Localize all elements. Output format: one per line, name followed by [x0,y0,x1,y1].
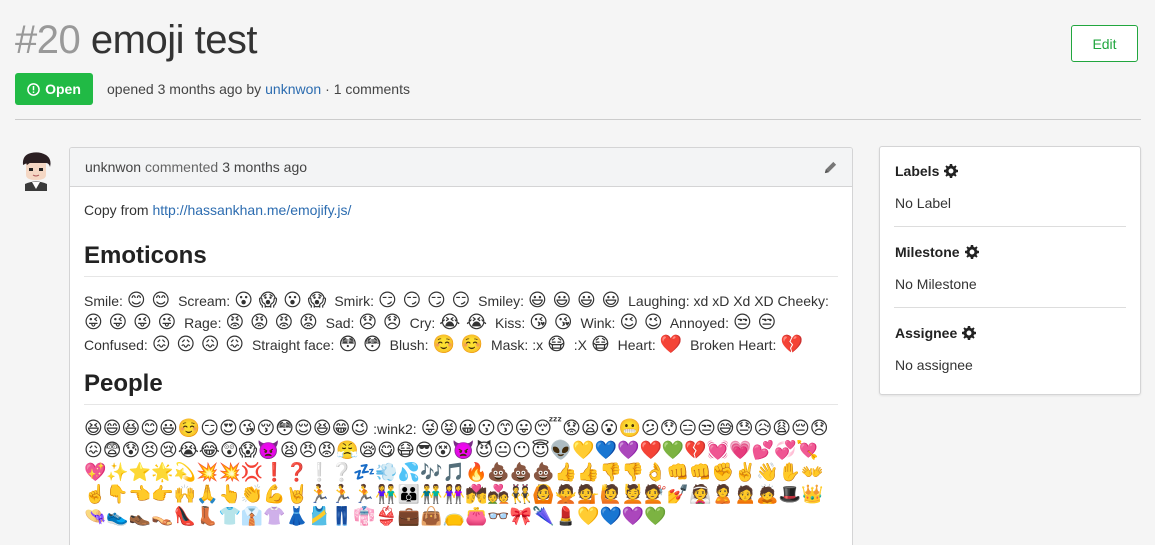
gear-icon[interactable] [964,245,979,259]
assignee-value: No assignee [895,357,973,373]
emoticon-emoji: 😏 😏 😏 😏 [377,290,471,311]
emoticon-emoji: 😜 😜 😜 😜 [84,312,177,333]
emoticon-label: Cry: [409,315,436,331]
emoticon-emoji: 😷 [590,334,610,355]
labels-section: Labels No Label [880,147,1140,211]
emoticon-label: Sad: [325,315,355,331]
emoticon-label: Wink: [580,315,616,331]
emoticon-label: :X [573,337,587,353]
issue-sidebar: Labels No Label Milestone No Milestone A… [879,146,1141,395]
issue-meta: Open opened 3 months ago by unknwon · 1 … [15,73,410,105]
comment-body: Copy from http://hassankhan.me/emojify.j… [70,187,852,528]
emoticon-emoji: 😃 😃 😃 😃 [528,290,621,311]
comment-time: 3 months ago [222,159,308,175]
gear-icon[interactable] [962,326,977,340]
emoticon-label: Scream: [178,293,231,309]
emoticon-emoji: 😳 😳 [338,334,382,355]
opened-text: opened 3 months ago by [107,81,262,97]
edit-button[interactable]: Edit [1071,25,1138,62]
copy-from-line: Copy from http://hassankhan.me/emojify.j… [84,202,838,218]
emoticon-emoji: 😡 😡 😡 😡 [225,312,318,333]
emoticon-label: Smirk: [334,293,374,309]
emoticons-heading: Emoticons [84,242,838,277]
issue-number: #20 [15,18,81,62]
emoticon-emoji: 😊 😊 [126,290,171,311]
people-heading: People [84,370,838,405]
emoticon-label: Laughing: xd xD Xd XD Cheeky: [628,293,829,309]
assignee-title: Assignee [895,325,958,341]
emoticon-emoji: 😒 😒 [733,312,777,333]
emoticon-label: Kiss: [494,315,526,331]
emoticon-label: Broken Heart: [690,337,777,353]
pencil-icon[interactable] [823,160,838,175]
emoticon-label: Heart: [617,337,656,353]
comment-action: commented [145,159,219,175]
status-label: Open [45,81,81,97]
emoticon-label: Straight face: [251,337,335,353]
comments-count: · 1 comments [325,81,410,97]
milestone-title: Milestone [895,244,960,260]
emoticon-label: Blush: [389,337,429,353]
emoticon-emoji: 💔 [780,334,803,355]
emoticon-emoji: 😮 😱 😮 😱 [234,290,327,311]
labels-value: No Label [895,195,952,211]
milestone-section: Milestone No Milestone [880,227,1140,292]
emoticon-label: Smiley: [478,293,525,309]
avatar[interactable] [19,151,53,191]
assignee-section: Assignee No assignee [880,308,1140,373]
comment-card: unknwon commented 3 months ago Copy from… [69,147,853,545]
wink2-text: :wink2: [373,421,417,437]
emoticon-label: Confused: [84,337,148,353]
emoticon-label: Mask: :x [490,337,544,353]
emoticon-emoji: 😭 😭 [439,312,488,333]
emoticon-label: Rage: [184,315,222,331]
gear-icon[interactable] [944,164,959,178]
emoticon-label: Annoyed: [669,315,729,331]
emoticon-emoji: 😉 😉 [619,312,663,333]
assignee-header[interactable]: Assignee [895,325,1125,341]
comment-header: unknwon commented 3 months ago [70,148,852,187]
labels-header[interactable]: Labels [895,163,1125,179]
alert-circle-icon [27,82,40,96]
header-divider [15,119,1141,120]
comment-author[interactable]: unknwon [85,159,141,175]
milestone-value: No Milestone [895,276,977,292]
issue-title: #20 emoji test [15,18,258,63]
issue-title-text: emoji test [90,18,258,62]
emoticon-emoji: ☺️ ☺️ [432,334,484,355]
emoticon-emoji: 😷 [547,334,566,355]
emoticons-paragraph: Smile: 😊 😊 Scream: 😮 😱 😮 😱 Smirk: 😏 😏 😏 😏 S… [84,290,838,356]
status-badge: Open [15,73,93,105]
milestone-header[interactable]: Milestone [895,244,1125,260]
emoticon-emoji: 😞 😞 [358,312,402,333]
emoticon-label: Smile: [84,293,123,309]
emoticon-emoji: ❤️ [659,334,683,355]
emoticon-emoji: 😖 😖 😖 😖 [151,334,245,355]
author-link[interactable]: unknwon [265,81,321,97]
people-emoji-grid: 😆😄😆😊😃☺️😏😍😘😚😳😌😆😁😉:wink2: 😜😝😀😗😙😛😴😟😦😮😬😕😯😑😒😅😓… [84,418,838,528]
source-link[interactable]: http://hassankhan.me/emojify.js/ [152,202,351,218]
people-emoji-row-1: 😆😄😆😊😃☺️😏😍😘😚😳😌😆😁😉 [84,418,370,439]
emoticon-emoji: 😘 😘 [529,312,573,333]
labels-title: Labels [895,163,940,179]
copy-prefix: Copy from [84,202,149,218]
